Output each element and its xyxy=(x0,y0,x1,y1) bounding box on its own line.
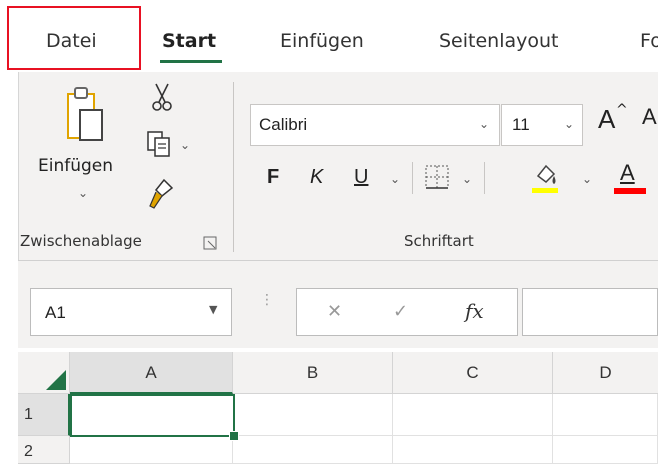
datei-highlight-box xyxy=(7,6,141,70)
column-header-b[interactable]: B xyxy=(233,352,393,394)
underline-chevron-icon[interactable]: ⌄ xyxy=(390,172,400,186)
font-color-glyph: A xyxy=(620,160,635,185)
grow-font-caret-icon: ^ xyxy=(616,102,628,118)
underline-button[interactable]: U xyxy=(354,166,368,189)
font-size-chevron-icon: ⌄ xyxy=(564,117,575,131)
font-name-dropdown[interactable]: Calibri ⌄ xyxy=(250,104,500,146)
fill-color-icon[interactable] xyxy=(530,158,560,196)
font-name-chevron-icon: ⌄ xyxy=(479,117,490,131)
cancel-icon[interactable]: ✕ xyxy=(327,301,342,322)
font-format-separator-1 xyxy=(412,162,413,194)
bold-button[interactable]: F xyxy=(267,166,279,189)
name-box[interactable]: A1 ▼ xyxy=(30,288,232,336)
fill-color-chevron-icon[interactable]: ⌄ xyxy=(582,172,592,186)
font-size-dropdown[interactable]: 11 ⌄ xyxy=(501,104,583,146)
cell-d1[interactable] xyxy=(553,394,658,436)
copy-icon[interactable] xyxy=(146,130,174,160)
cell-c2[interactable] xyxy=(393,436,553,464)
cell-c1[interactable] xyxy=(393,394,553,436)
name-box-chevron-icon: ▼ xyxy=(209,303,218,316)
tab-seitenlayout[interactable]: Seitenlayout xyxy=(439,30,559,52)
grow-font-button[interactable]: A ^ xyxy=(598,98,638,142)
cut-icon[interactable] xyxy=(150,82,174,112)
enter-icon[interactable]: ✓ xyxy=(393,301,408,322)
paste-label: Einfügen xyxy=(38,156,114,176)
group-separator xyxy=(233,82,234,252)
insert-function-icon[interactable]: fx xyxy=(465,299,484,323)
column-header-a[interactable]: A xyxy=(70,352,233,394)
column-header-c[interactable]: C xyxy=(393,352,553,394)
paste-icon xyxy=(67,87,103,141)
cell-a2[interactable] xyxy=(70,436,233,464)
cell-d2[interactable] xyxy=(553,436,658,464)
font-format-separator-2 xyxy=(484,162,485,194)
paste-chevron-icon: ⌄ xyxy=(78,186,89,200)
row-header-2[interactable]: 2 xyxy=(18,436,70,464)
fill-handle[interactable] xyxy=(229,431,239,441)
column-header-d[interactable]: D xyxy=(553,352,658,394)
select-all-triangle-icon xyxy=(46,370,66,390)
font-name-value: Calibri xyxy=(259,115,308,134)
font-color-swatch xyxy=(614,188,646,194)
formula-input[interactable] xyxy=(522,288,658,336)
cell-b1[interactable] xyxy=(233,394,393,436)
borders-chevron-icon[interactable]: ⌄ xyxy=(462,172,472,186)
grow-font-glyph: A xyxy=(598,104,616,134)
formula-buttons-box: ✕ ✓ fx xyxy=(296,288,518,336)
tab-einfuegen[interactable]: Einfügen xyxy=(280,30,364,52)
clipboard-group-label: Zwischenablage xyxy=(20,232,142,250)
tab-formeln-partial[interactable]: Fo xyxy=(640,30,658,52)
clipboard-dialog-launcher-icon[interactable] xyxy=(203,236,217,250)
font-color-button[interactable]: A xyxy=(614,158,650,198)
select-all-corner[interactable] xyxy=(18,352,70,394)
formula-bar-grip-icon: ⋮ xyxy=(260,292,274,308)
italic-button[interactable]: K xyxy=(310,166,323,189)
cell-b2[interactable] xyxy=(233,436,393,464)
row-header-1[interactable]: 1 xyxy=(18,394,70,436)
shrink-font-partial-icon[interactable]: A xyxy=(642,104,657,130)
cell-a1-selected[interactable] xyxy=(70,394,235,437)
font-group-label: Schriftart xyxy=(404,232,474,250)
format-painter-icon[interactable] xyxy=(146,178,176,210)
font-size-value: 11 xyxy=(512,115,530,134)
paste-button[interactable]: Einfügen ⌄ xyxy=(30,80,140,220)
borders-icon[interactable] xyxy=(424,164,450,190)
tab-start-underline xyxy=(160,60,222,63)
tab-start[interactable]: Start xyxy=(162,30,216,52)
copy-chevron-icon[interactable]: ⌄ xyxy=(180,138,190,152)
name-box-value: A1 xyxy=(45,303,66,322)
